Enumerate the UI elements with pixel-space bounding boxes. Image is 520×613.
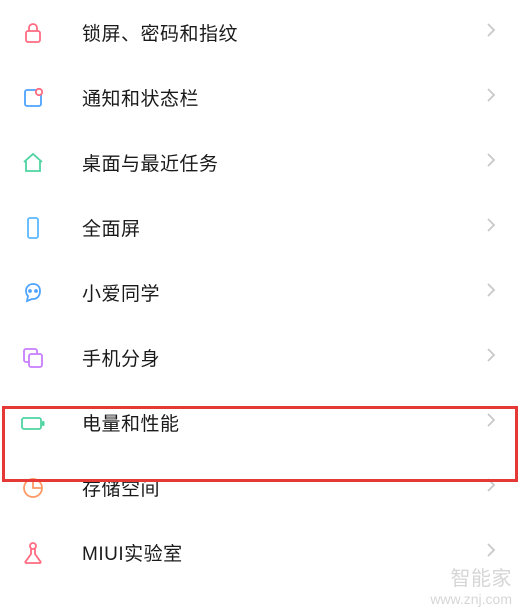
chevron-right-icon [486,412,496,433]
lab-icon [20,540,46,566]
chevron-right-icon [486,477,496,498]
settings-item-label: 存储空间 [82,474,486,501]
home-icon [20,150,46,176]
chevron-right-icon [486,217,496,238]
settings-list: 锁屏、密码和指纹 通知和状态栏 桌面与最近任务 [0,0,520,585]
settings-item-fullscreen[interactable]: 全面屏 [0,195,520,260]
phone-icon [20,215,46,241]
settings-item-label: MIUI实验室 [82,539,486,566]
settings-item-label: 桌面与最近任务 [82,149,486,176]
settings-item-label: 电量和性能 [82,409,486,436]
chevron-right-icon [486,22,496,43]
clone-icon [20,345,46,371]
storage-icon [20,475,46,501]
chevron-right-icon [486,87,496,108]
settings-item-label: 小爱同学 [82,279,486,306]
settings-item-xiaoai[interactable]: 小爱同学 [0,260,520,325]
settings-item-desktop[interactable]: 桌面与最近任务 [0,130,520,195]
battery-icon [20,410,46,436]
chevron-right-icon [486,347,496,368]
settings-item-label: 锁屏、密码和指纹 [82,19,486,46]
settings-item-lock[interactable]: 锁屏、密码和指纹 [0,0,520,65]
xiaoai-icon [20,280,46,306]
settings-item-clone[interactable]: 手机分身 [0,325,520,390]
settings-item-lab[interactable]: MIUI实验室 [0,520,520,585]
settings-item-notification[interactable]: 通知和状态栏 [0,65,520,130]
settings-item-battery[interactable]: 电量和性能 [0,390,520,455]
watermark-text-line2: www.znj.com [430,591,512,607]
chevron-right-icon [486,542,496,563]
settings-item-storage[interactable]: 存储空间 [0,455,520,520]
settings-item-label: 手机分身 [82,344,486,371]
settings-item-label: 通知和状态栏 [82,84,486,111]
chevron-right-icon [486,282,496,303]
lock-icon [20,20,46,46]
chevron-right-icon [486,152,496,173]
settings-item-label: 全面屏 [82,214,486,241]
notification-icon [20,85,46,111]
